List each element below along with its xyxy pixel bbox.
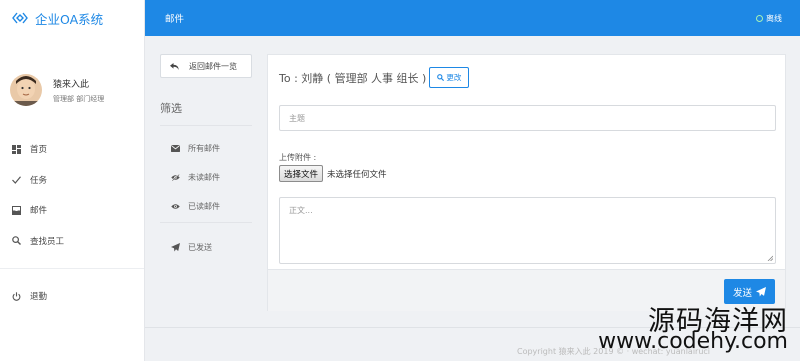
watermark-url: www.codehy.com	[598, 329, 788, 354]
filter-item-all[interactable]: 所有邮件	[160, 134, 252, 163]
search-icon	[437, 74, 445, 81]
sidebar-item-mail[interactable]: 邮件	[0, 195, 144, 226]
search-icon	[11, 236, 21, 246]
send-icon	[756, 286, 766, 296]
sidebar-item-label: 邮件	[30, 206, 48, 217]
compose-card: To : 刘静 ( 管理部 人事 组长 ) 更改 主题 上传附件 : 选择文件 …	[267, 54, 786, 311]
sidebar-item-home[interactable]: 首页	[0, 134, 144, 165]
status-dot-icon	[756, 14, 763, 22]
sidebar-item-label: 任务	[30, 175, 48, 186]
brand[interactable]: 企业OA系统	[0, 0, 144, 36]
sidebar-item-tasks[interactable]: 任务	[0, 165, 144, 196]
body-placeholder: 正文...	[289, 206, 313, 215]
attachment-label: 上传附件 :	[279, 153, 317, 162]
filter-item-label: 已读邮件	[188, 202, 220, 211]
check-icon	[11, 175, 21, 185]
status-label: 离线	[766, 13, 782, 23]
sidebar: 企业OA系统 猿来入此 管理部 部门经理 首页 任务 邮件 查找员工 退勤	[0, 0, 145, 361]
subject-input[interactable]: 主题	[279, 105, 776, 131]
logout-item[interactable]: 退勤	[0, 281, 144, 311]
avatar[interactable]	[10, 74, 42, 106]
sidebar-divider	[0, 268, 144, 269]
logo-icon	[12, 12, 28, 24]
recipient-text: To : 刘静 ( 管理部 人事 组长 )	[279, 71, 427, 85]
filter-item-read[interactable]: 已读邮件	[160, 192, 252, 221]
file-picker: 选择文件 未选择任何文件	[279, 165, 387, 182]
logout-label: 退勤	[30, 292, 48, 302]
inbox-icon	[11, 205, 21, 215]
eye-icon	[171, 203, 181, 210]
back-button-label: 返回邮件一览	[189, 61, 237, 71]
dashboard-icon	[11, 144, 21, 154]
filter-list: 所有邮件 未读邮件 已读邮件	[160, 126, 252, 223]
envelope-icon	[171, 145, 181, 152]
filter-item-label: 未读邮件	[188, 173, 220, 182]
brand-name: 企业OA系统	[35, 11, 104, 27]
sidebar-nav: 首页 任务 邮件 查找员工	[0, 126, 144, 256]
sidebar-item-label: 首页	[30, 145, 48, 156]
user-name: 猿来入此	[53, 79, 90, 90]
sidebar-item-find-employee[interactable]: 查找员工	[0, 226, 144, 257]
sidebar-item-label: 查找员工	[30, 236, 65, 247]
power-icon	[11, 291, 21, 301]
change-recipient-button[interactable]: 更改	[429, 67, 470, 88]
body-textarea[interactable]: 正文...	[279, 197, 776, 264]
send-button-label: 发送	[732, 287, 752, 299]
filter-item-sent[interactable]: 已发送	[160, 233, 252, 262]
choose-file-button[interactable]: 选择文件	[279, 165, 324, 182]
filter-item-label: 已发送	[188, 243, 212, 252]
user-role: 管理部 部门经理	[53, 94, 105, 103]
file-status: 未选择任何文件	[327, 169, 387, 180]
top-bar: 邮件 离线	[145, 0, 800, 36]
filter-title: 筛选	[160, 100, 252, 126]
filter-item-label: 所有邮件	[188, 144, 220, 153]
page-title: 邮件	[165, 14, 185, 25]
user-info: 猿来入此 管理部 部门经理	[53, 77, 104, 104]
reply-arrow-icon	[170, 62, 179, 70]
eye-slash-icon	[171, 174, 181, 181]
change-button-label: 更改	[446, 73, 462, 82]
filter-item-unread[interactable]: 未读邮件	[160, 163, 252, 192]
send-icon	[171, 243, 181, 252]
recipient-row: To : 刘静 ( 管理部 人事 组长 ) 更改	[279, 67, 470, 88]
back-to-mail-list-button[interactable]: 返回邮件一览	[160, 54, 252, 78]
user-profile: 猿来入此 管理部 部门经理	[0, 36, 144, 126]
status-indicator[interactable]: 离线	[756, 13, 782, 24]
resize-handle-icon[interactable]	[767, 255, 773, 261]
filter-panel: 返回邮件一览 筛选 所有邮件 未读邮件 已读邮件 已发送	[160, 54, 252, 262]
